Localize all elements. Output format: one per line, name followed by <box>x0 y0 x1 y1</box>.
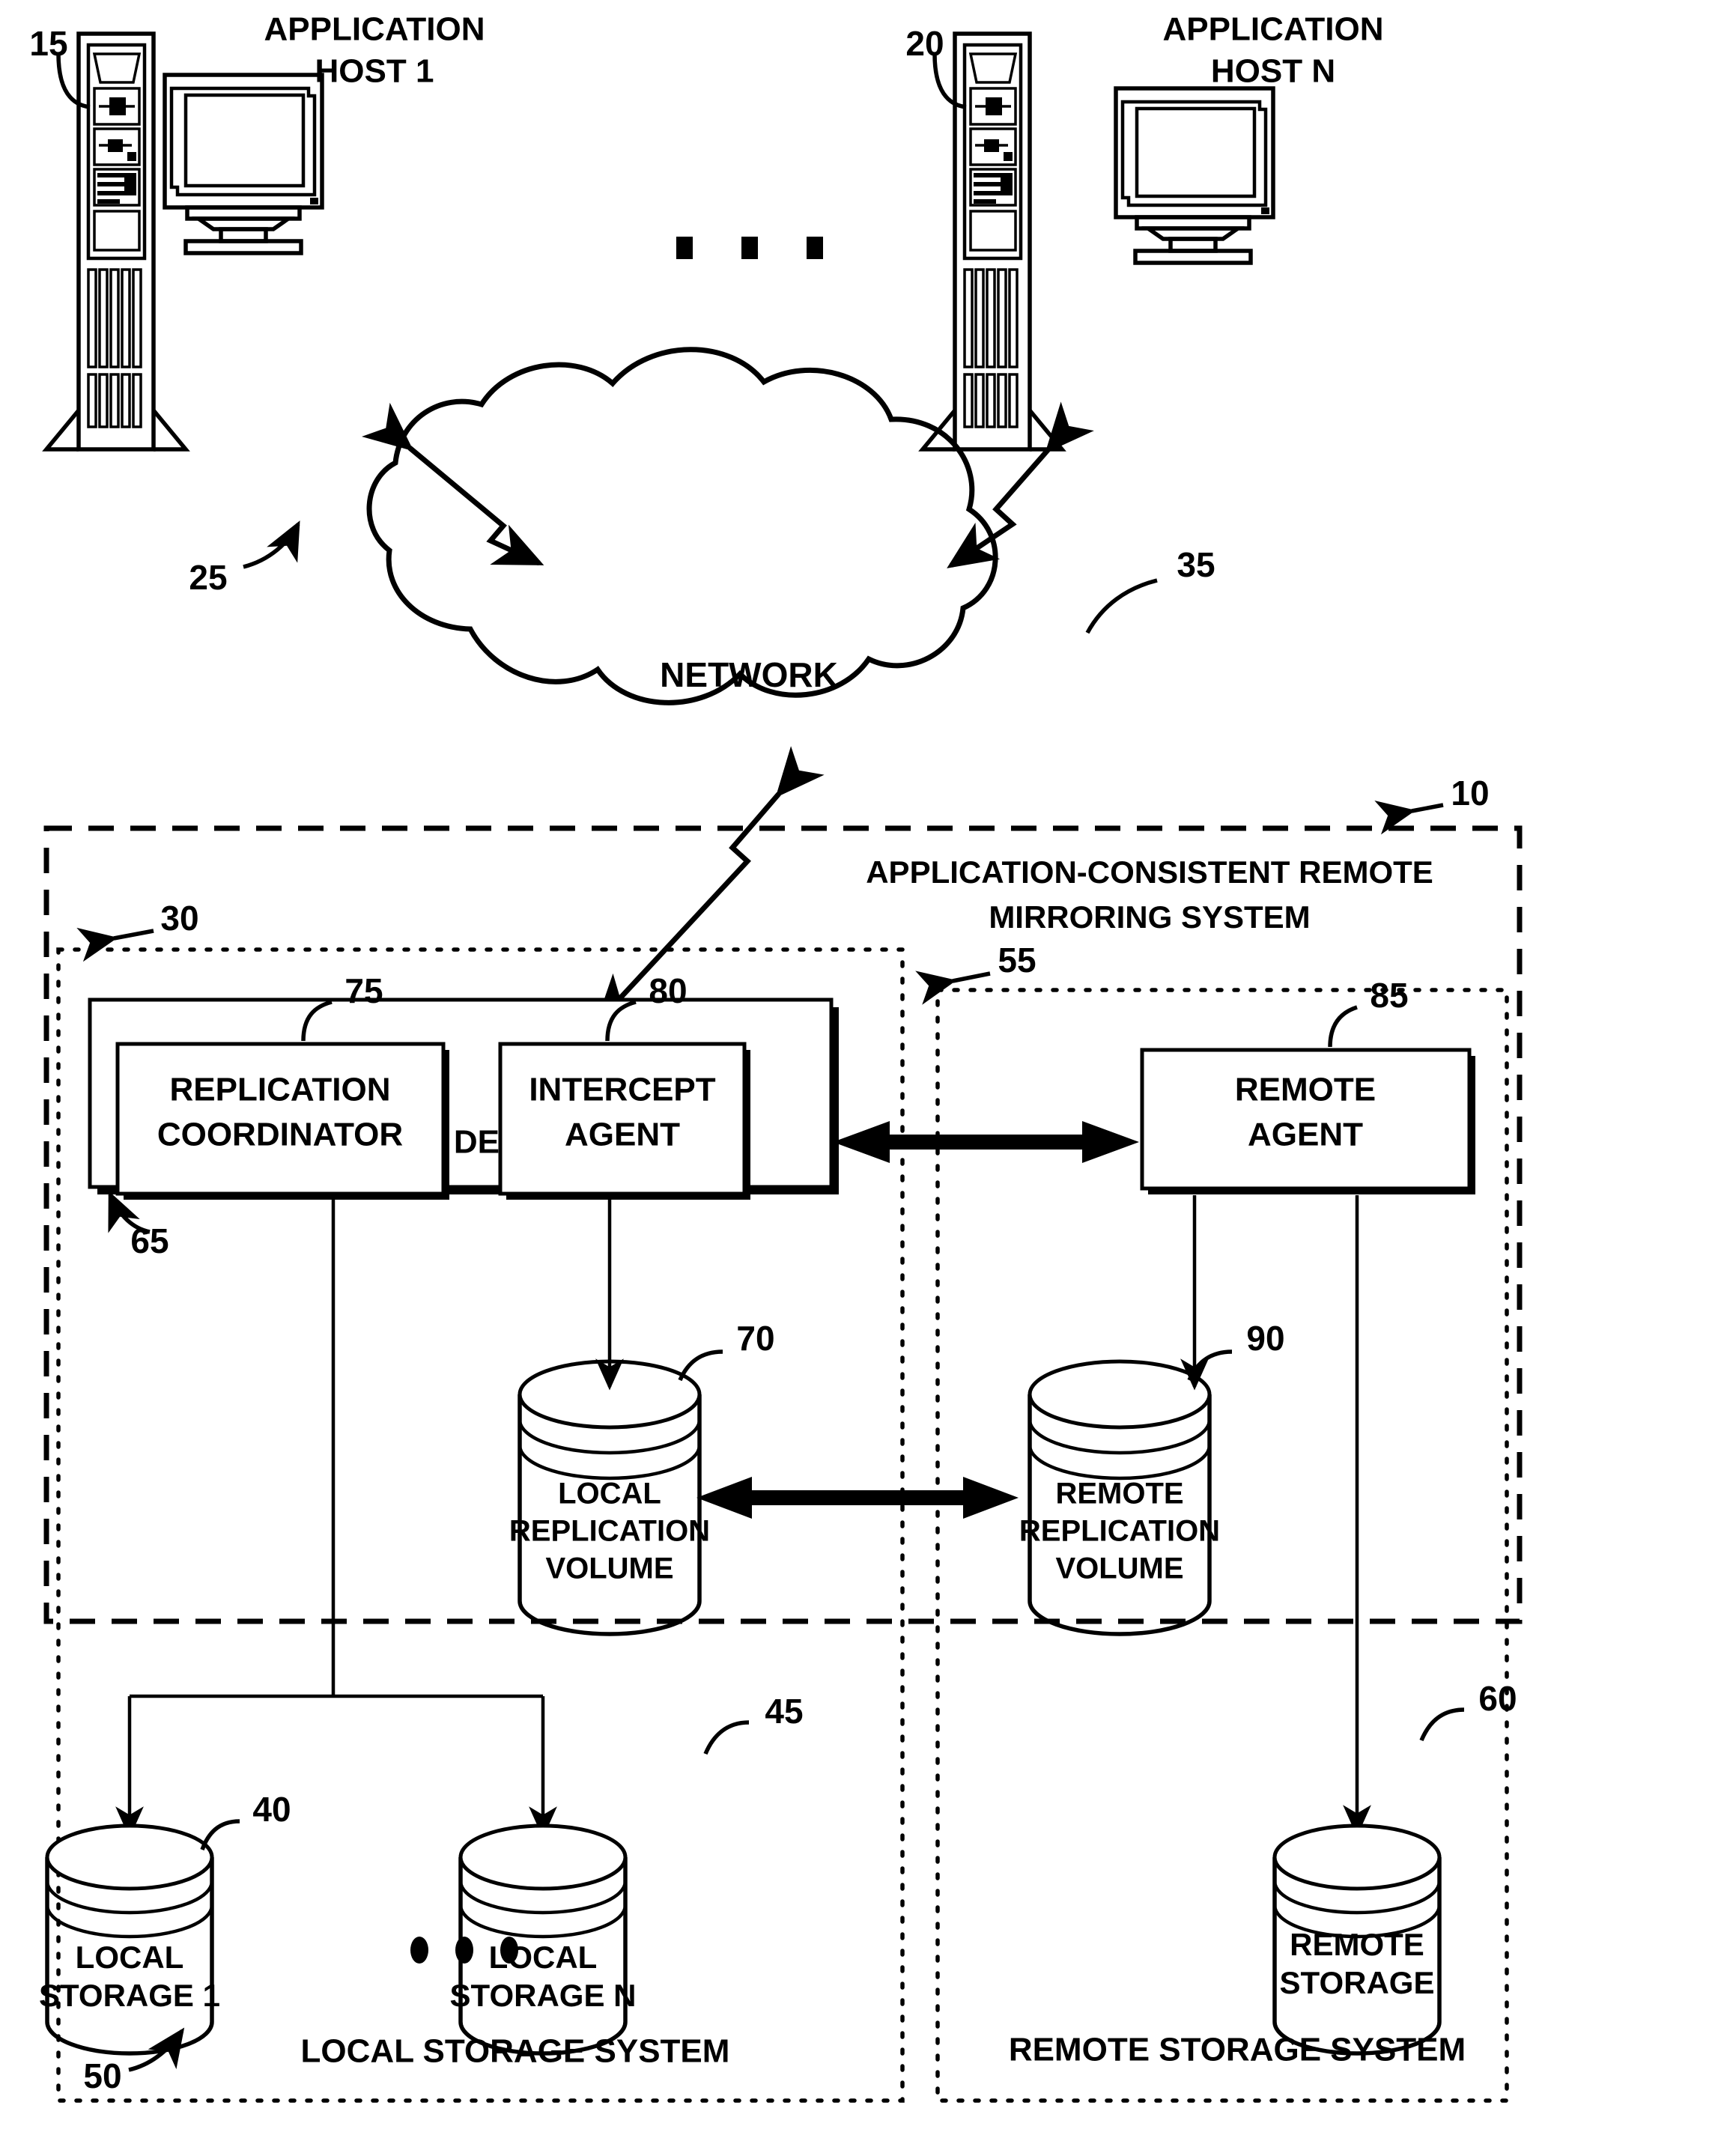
replication-coordinator-label-line2: COORDINATOR <box>157 1117 403 1153</box>
svg-text:70: 70 <box>736 1319 774 1358</box>
svg-text:75: 75 <box>344 971 383 1010</box>
svg-text:60: 60 <box>1478 1679 1517 1718</box>
reference-numeral-25: 25 <box>189 520 300 597</box>
reference-numeral-30: 30 <box>76 899 199 962</box>
application-host-n-monitor-icon <box>1114 86 1275 265</box>
remote-replication-volume-label-line2: REPLICATION <box>1019 1515 1220 1548</box>
replication-volumes-link <box>696 1477 1019 1519</box>
network-cloud: NETWORK <box>366 347 998 705</box>
local-storage-system-label: LOCAL STORAGE SYSTEM <box>301 2033 730 2070</box>
svg-text:10: 10 <box>1451 774 1489 813</box>
reference-numeral-90: 90 <box>1187 1319 1285 1382</box>
svg-text:15: 15 <box>29 24 67 63</box>
host1-network-link <box>361 402 544 566</box>
host-n-label-line2: HOST N <box>1211 53 1335 90</box>
remote-storage-label-line2: STORAGE <box>1280 1965 1435 2000</box>
remote-agent-label-line2: AGENT <box>1248 1117 1363 1153</box>
local-replication-volume-label-line3: VOLUME <box>545 1552 673 1585</box>
replication-coordinator-label-line1: REPLICATION <box>170 1072 391 1108</box>
host-1-label-line2: HOST 1 <box>315 53 434 90</box>
local-storage-1-label-line2: STORAGE 1 <box>39 1978 220 2013</box>
system-title-line1: APPLICATION-CONSISTENT REMOTE <box>866 854 1433 890</box>
reference-numeral-55: 55 <box>915 941 1036 1005</box>
application-host-1-monitor-icon <box>163 73 324 255</box>
reference-numeral-60: 60 <box>1419 1679 1517 1742</box>
reference-numeral-35: 35 <box>1085 545 1215 634</box>
reference-numeral-70: 70 <box>678 1319 775 1382</box>
remote-storage-system-label: REMOTE STORAGE SYSTEM <box>1009 2032 1466 2068</box>
local-storage-n-label-line2: STORAGE N <box>450 1978 637 2013</box>
intercept-remote-agent-link <box>833 1121 1139 1163</box>
svg-text:45: 45 <box>765 1692 803 1731</box>
intercept-agent-label-line2: AGENT <box>565 1117 680 1153</box>
reference-numeral-85: 85 <box>1328 976 1409 1048</box>
reference-numeral-45: 45 <box>703 1692 804 1755</box>
local-replication-volume-label-line1: LOCAL <box>558 1478 661 1510</box>
hosts-ellipsis <box>676 237 823 259</box>
svg-text:25: 25 <box>189 558 227 597</box>
svg-text:20: 20 <box>905 24 944 63</box>
network-label: NETWORK <box>660 655 838 694</box>
reference-numeral-40: 40 <box>200 1790 291 1850</box>
virtualization-to-local-storage-lines <box>115 1195 557 1838</box>
host-1-label-line1: APPLICATION <box>264 11 485 48</box>
host-n-label-line1: APPLICATION <box>1163 11 1384 48</box>
reference-numeral-15: 15 <box>29 24 91 109</box>
svg-text:80: 80 <box>649 971 687 1010</box>
system-title-line2: MIRRORING SYSTEM <box>989 899 1310 935</box>
intercept-agent-label-line1: INTERCEPT <box>529 1072 715 1108</box>
svg-text:85: 85 <box>1370 976 1408 1015</box>
svg-text:90: 90 <box>1246 1319 1284 1358</box>
svg-text:40: 40 <box>252 1790 291 1829</box>
remote-replication-volume-label-line3: VOLUME <box>1055 1552 1183 1585</box>
local-storage-1-label-line1: LOCAL <box>76 1940 184 1975</box>
reference-numeral-10: 10 <box>1374 774 1490 835</box>
patent-figure-page: 15 APPLICATION HOST 1 20 APPLICATION HOS… <box>0 0 1721 2156</box>
reference-numeral-20: 20 <box>905 24 967 109</box>
reference-numeral-65: 65 <box>108 1190 169 1260</box>
svg-text:35: 35 <box>1177 545 1215 584</box>
remote-agent-label-line1: REMOTE <box>1235 1072 1376 1108</box>
svg-text:50: 50 <box>83 2056 121 2095</box>
reference-numeral-50: 50 <box>83 2027 185 2095</box>
remote-storage-label-line1: REMOTE <box>1290 1927 1424 1962</box>
svg-text:65: 65 <box>130 1221 169 1260</box>
local-replication-volume-label-line2: REPLICATION <box>509 1515 710 1548</box>
svg-text:30: 30 <box>160 899 198 938</box>
figure-canvas: 15 APPLICATION HOST 1 20 APPLICATION HOS… <box>29 11 1523 2103</box>
remote-replication-volume-label-line1: REMOTE <box>1055 1478 1183 1510</box>
svg-text:55: 55 <box>998 941 1036 980</box>
